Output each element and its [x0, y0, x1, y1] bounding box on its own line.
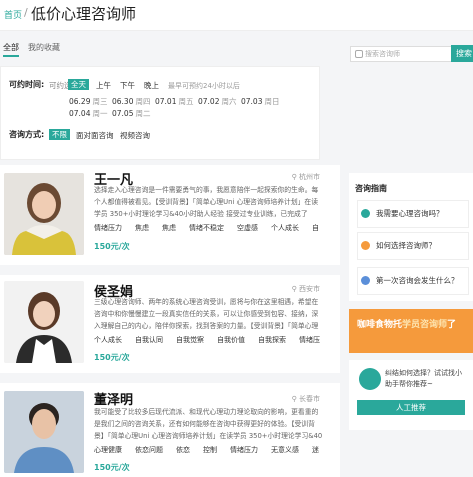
- price-label: 150元/次: [94, 463, 130, 472]
- filter-panel: 可约时间: 可约选 全天 上午 下午 晚上 最早可预约24小时以后 06.29 周…: [0, 66, 320, 160]
- tag: 空虚感: [237, 224, 258, 232]
- date-option[interactable]: 07.01 周五: [155, 96, 193, 107]
- counselor-card[interactable]: 侯圣娟 ⚲ 西安市 三级心理咨询师、两年的系统心理咨询受训，愿将与你在这里相遇，…: [0, 275, 340, 373]
- tag: 依恋: [176, 446, 190, 454]
- search-input[interactable]: 搜索咨询师: [350, 46, 452, 62]
- tag: 焦虑: [135, 224, 149, 232]
- date-option[interactable]: 07.04 周一: [69, 108, 107, 119]
- time-option-afternoon[interactable]: 下午: [120, 80, 135, 91]
- question-icon: [361, 241, 370, 250]
- tag-list: 心理健康 依恋问题 依恋 控制 情绪压力 无意义感 迷: [94, 445, 332, 455]
- date-option[interactable]: 06.29 周三: [69, 96, 107, 107]
- tag: 焦虑: [162, 224, 176, 232]
- tag-list: 情绪压力 焦虑 焦虑 情绪不稳定 空虚感 个人成长 自: [94, 223, 332, 233]
- breadcrumb-separator: /: [24, 6, 28, 19]
- avatar: [4, 173, 84, 255]
- banner-text: 咖啡食物托学员咨询师了: [357, 320, 457, 330]
- tag: 个人成长: [271, 224, 299, 232]
- assistant-icon: [359, 368, 381, 390]
- search-button[interactable]: 搜索: [451, 45, 473, 62]
- time-option-morning[interactable]: 上午: [96, 80, 111, 91]
- location-label: ⚲ 西安市: [291, 285, 320, 293]
- breadcrumb-home[interactable]: 首页: [4, 8, 22, 21]
- location-label: ⚲ 长春市: [291, 395, 320, 403]
- promo-banner[interactable]: 咖啡食物托学员咨询师了: [349, 309, 473, 353]
- tag: 自我探索: [258, 336, 286, 344]
- guide-title: 咨询指南: [355, 184, 387, 193]
- question-icon: [361, 209, 370, 218]
- avatar: [4, 391, 84, 473]
- date-option[interactable]: 06.30 周四: [112, 96, 150, 107]
- search-placeholder: 搜索咨询师: [365, 50, 400, 58]
- page-title: 低价心理咨询师: [31, 5, 137, 23]
- recommend-card: 纠结如何选择？试试找小助手帮你推荐~ 人工推荐: [349, 360, 473, 430]
- counselor-description: 选择走入心理咨询是一件需要勇气的事，我愿意陪伴一起探索你的生命。每个人都值得被看…: [94, 186, 319, 218]
- tag: 个人成长: [94, 336, 122, 344]
- method-filter-label: 咨询方式:: [9, 130, 45, 139]
- method-option-video[interactable]: 视频咨询: [120, 130, 150, 141]
- tag: 情绪压力: [94, 224, 122, 232]
- tag: 自我觉察: [176, 336, 204, 344]
- tag: 自我价值: [217, 336, 245, 344]
- counselor-photo-icon: [4, 391, 84, 473]
- tag: 控制: [203, 446, 217, 454]
- guide-question[interactable]: 第一次咨询会发生什么？: [357, 267, 469, 295]
- tag: 依恋问题: [135, 446, 163, 454]
- guide-question[interactable]: 我需要心理咨询吗？: [357, 200, 469, 228]
- guide-question[interactable]: 如何选择咨询师？: [357, 232, 469, 260]
- counselor-description: 我可能受了比较多后现代流派、和现代心理动力理论取向的影响，更看重的是我们之间的咨…: [94, 408, 323, 440]
- counselor-photo-icon: [4, 173, 84, 255]
- date-option[interactable]: 07.05 周二: [112, 108, 150, 119]
- time-option-allday[interactable]: 全天: [68, 79, 89, 90]
- price-label: 150元/次: [94, 242, 130, 251]
- date-option[interactable]: 07.03 周日: [241, 96, 279, 107]
- method-option-any[interactable]: 不限: [49, 129, 70, 140]
- tab-bar: 全部 我的收藏: [0, 42, 340, 60]
- guide-panel: 咨询指南 我需要心理咨询吗？ 如何选择咨询师？ 第一次咨询会发生什么？: [349, 173, 473, 301]
- time-option-evening[interactable]: 晚上: [144, 80, 159, 91]
- avatar: [4, 281, 84, 363]
- counselor-card[interactable]: 董泽明 ⚲ 长春市 我可能受了比较多后现代流派、和现代心理动力理论取向的影响，更…: [0, 383, 340, 477]
- counselor-photo-icon: [4, 281, 84, 363]
- tab-favorites[interactable]: 我的收藏: [28, 42, 60, 53]
- tag: 迷: [312, 446, 319, 454]
- tag-list: 个人成长 自我认同 自我觉察 自我价值 自我探索 情绪压: [94, 335, 333, 345]
- time-hint: 最早可预约24小时以后: [168, 82, 240, 90]
- question-icon: [361, 276, 370, 285]
- recommend-text: 纠结如何选择？试试找小助手帮你推荐~: [385, 369, 462, 388]
- tag: 无意义感: [271, 446, 299, 454]
- counselor-description: 三级心理咨询师、两年的系统心理咨询受训，愿将与你在这里相遇，希望在咨询中和你慢慢…: [94, 298, 319, 330]
- time-filter-label: 可约时间:: [9, 80, 45, 89]
- tag: 自我认同: [135, 336, 163, 344]
- tag: 情绪不稳定: [189, 224, 224, 232]
- price-label: 150元/次: [94, 353, 130, 362]
- counselor-card[interactable]: 王一凡 ⚲ 杭州市 选择走入心理咨询是一件需要勇气的事，我愿意陪伴一起探索你的生…: [0, 165, 340, 265]
- checkbox-icon: [355, 50, 363, 58]
- location-label: ⚲ 杭州市: [291, 173, 320, 181]
- tag: 情绪压力: [230, 446, 258, 454]
- method-option-inperson[interactable]: 面对面咨询: [76, 130, 114, 141]
- date-option[interactable]: 07.02 周六: [198, 96, 236, 107]
- tag: 心理健康: [94, 446, 122, 454]
- tag: 自: [312, 224, 319, 232]
- tab-all[interactable]: 全部: [3, 42, 19, 57]
- manual-recommend-button[interactable]: 人工推荐: [357, 400, 465, 415]
- tag: 情绪压: [299, 336, 320, 344]
